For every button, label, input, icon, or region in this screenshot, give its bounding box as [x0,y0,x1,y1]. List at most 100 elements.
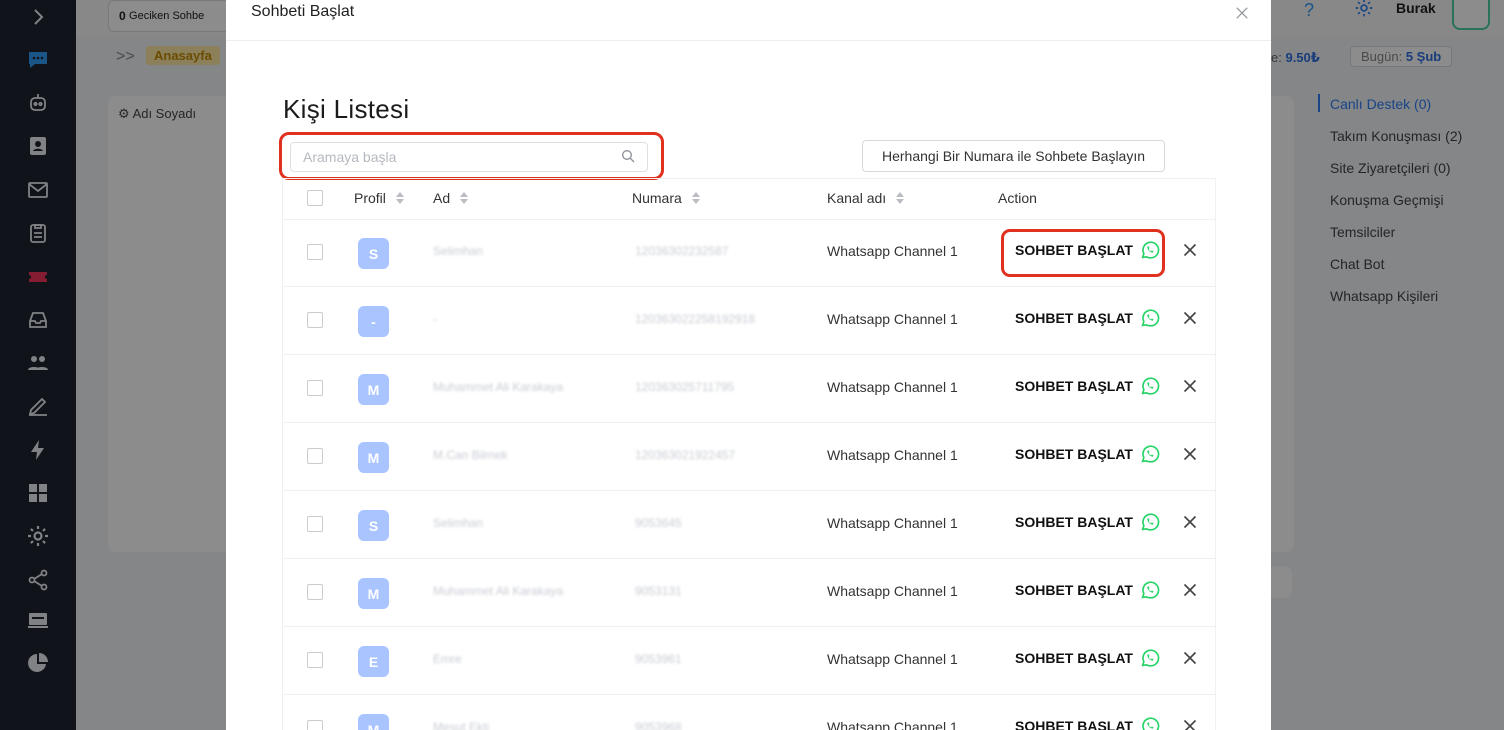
channel-name: Whatsapp Channel 1 [827,719,958,730]
contact-number: 9053968 [635,720,682,730]
start-chat-label: SOHBET BAŞLAT [1015,514,1133,530]
contact-name: Muhammet Ali Karakaya [433,380,564,394]
header-number[interactable]: Numara [632,190,700,206]
select-all-checkbox[interactable] [307,190,323,206]
whatsapp-icon [1139,375,1161,397]
table-row: E Emre 9053961 Whatsapp Channel 1 SOHBET BAŞ… [283,627,1215,695]
start-chat-modal: Sohbeti Başlat Kişi Listesi Herhangi Bir… [226,0,1271,730]
avatar: M [358,374,389,405]
channel-name: Whatsapp Channel 1 [827,515,958,531]
header-action-label: Action [998,190,1037,206]
start-chat-button[interactable]: SOHBET BAŞLAT [1015,511,1161,533]
start-chat-button[interactable]: SOHBET BAŞLAT [1015,579,1161,601]
close-icon[interactable] [1231,2,1253,24]
start-chat-button[interactable]: SOHBET BAŞLAT [1015,239,1161,261]
header-channel-label: Kanal adı [827,190,887,206]
contact-table: Profil Ad Numara Kanal adı Action S Selim… [282,178,1216,730]
header-name-label: Ad [433,190,451,206]
channel-name: Whatsapp Channel 1 [827,243,958,259]
header-number-label: Numara [632,190,682,206]
channel-name: Whatsapp Channel 1 [827,311,958,327]
table-row: M M.Can Bilmek 120363021922457 Whatsapp Cha… [283,423,1215,491]
start-chat-label: SOHBET BAŞLAT [1015,310,1133,326]
header-profile-label: Profil [354,190,386,206]
row-checkbox[interactable] [307,516,323,532]
start-chat-label: SOHBET BAŞLAT [1015,378,1133,394]
sort-icon[interactable] [460,192,469,204]
search-input[interactable] [290,142,648,172]
table-header: Profil Ad Numara Kanal adı Action [283,179,1215,220]
channel-name: Whatsapp Channel 1 [827,447,958,463]
header-channel[interactable]: Kanal adı [827,190,905,206]
avatar: S [358,238,389,269]
remove-icon[interactable] [1179,579,1201,601]
contact-name: Muhammet Ali Karakaya [433,584,564,598]
header-name[interactable]: Ad [433,190,469,206]
header-profile[interactable]: Profil [354,190,404,206]
start-chat-button[interactable]: SOHBET BAŞLAT [1015,715,1161,730]
start-chat-label: SOHBET BAŞLAT [1015,650,1133,666]
start-chat-button[interactable]: SOHBET BAŞLAT [1015,307,1161,329]
whatsapp-icon [1139,511,1161,533]
channel-name: Whatsapp Channel 1 [827,379,958,395]
avatar: M [358,578,389,609]
remove-icon[interactable] [1179,511,1201,533]
remove-icon[interactable] [1179,647,1201,669]
sort-icon[interactable] [896,192,905,204]
row-checkbox[interactable] [307,380,323,396]
channel-name: Whatsapp Channel 1 [827,583,958,599]
remove-icon[interactable] [1179,307,1201,329]
modal-header: Sohbeti Başlat [226,0,1271,41]
row-checkbox[interactable] [307,652,323,668]
contact-number: 120363025711795 [635,380,735,394]
remove-icon[interactable] [1179,715,1201,730]
table-row: M Muhammet Ali Karakaya 9053131 Whatsapp Ch… [283,559,1215,627]
any-number-start-button[interactable]: Herhangi Bir Numara ile Sohbete Başlayın [862,140,1165,172]
start-chat-button[interactable]: SOHBET BAŞLAT [1015,375,1161,397]
whatsapp-icon [1139,239,1161,261]
header-action: Action [998,190,1037,206]
contact-name: Selimhan [433,516,484,530]
remove-icon[interactable] [1179,375,1201,397]
search-highlight [279,132,664,180]
contact-number: 12036302232587 [635,244,729,258]
avatar: - [358,306,389,337]
whatsapp-icon [1139,715,1161,730]
table-row: M Mesut Ekti 9053968 Whatsapp Channel 1 SOHB… [283,695,1215,730]
contact-name: Emre [433,652,462,666]
whatsapp-icon [1139,307,1161,329]
sort-icon[interactable] [691,192,700,204]
table-row: - - 120363022258192918 Whatsapp Channel 1 SO… [283,287,1215,355]
avatar: E [358,646,389,677]
row-checkbox[interactable] [307,584,323,600]
remove-icon[interactable] [1179,443,1201,465]
start-chat-button[interactable]: SOHBET BAŞLAT [1015,647,1161,669]
row-checkbox[interactable] [307,244,323,260]
avatar: M [358,714,389,730]
table-row: S Selimhan 12036302232587 Whatsapp Channel … [283,219,1215,287]
channel-name: Whatsapp Channel 1 [827,651,958,667]
whatsapp-icon [1139,579,1161,601]
contact-number: 9053645 [635,516,682,530]
whatsapp-icon [1139,443,1161,465]
row-checkbox[interactable] [307,448,323,464]
start-chat-label: SOHBET BAŞLAT [1015,446,1133,462]
contact-number: 9053961 [635,652,682,666]
contact-number: 120363021922457 [635,448,736,462]
avatar: M [358,442,389,473]
start-chat-label: SOHBET BAŞLAT [1015,242,1133,258]
contact-number: 9053131 [635,584,682,598]
search-icon[interactable] [620,148,636,164]
start-chat-label: SOHBET BAŞLAT [1015,718,1133,730]
contact-name: - [433,312,437,326]
start-chat-label: SOHBET BAŞLAT [1015,582,1133,598]
table-row: S Selimhan 9053645 Whatsapp Channel 1 SOHBET… [283,491,1215,559]
contact-name: Selimhan [433,244,484,258]
start-chat-button[interactable]: SOHBET BAŞLAT [1015,443,1161,465]
remove-icon[interactable] [1179,239,1201,261]
row-checkbox[interactable] [307,720,323,730]
contact-number: 120363022258192918 [635,312,756,326]
sort-icon[interactable] [395,192,404,204]
contact-name: Mesut Ekti [433,720,490,730]
row-checkbox[interactable] [307,312,323,328]
